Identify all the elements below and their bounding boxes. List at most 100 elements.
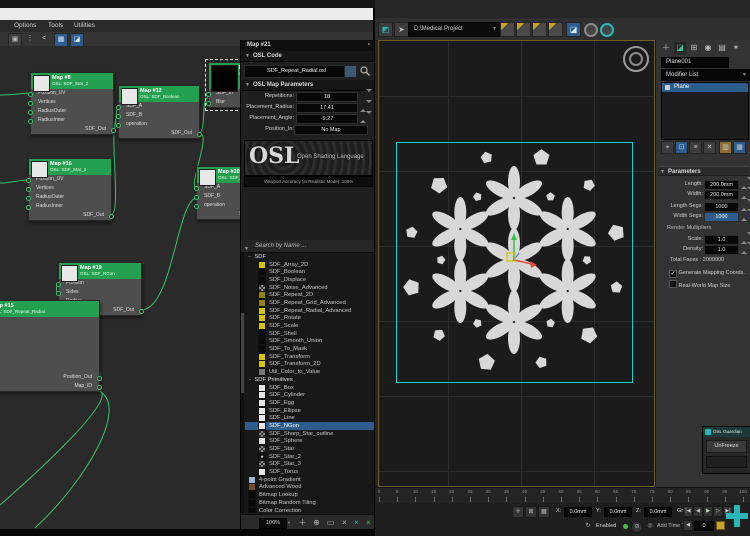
osl-file-browse-button[interactable] (344, 65, 357, 78)
show-end-result-button[interactable]: ⊡ (675, 141, 688, 154)
current-frame-field[interactable]: 0 (694, 521, 714, 531)
orbit-gizmo-icon[interactable] (623, 46, 649, 72)
length-field[interactable]: 200.0mm (704, 180, 739, 190)
node-header[interactable]: Map #15OSL: SDF_Repeat_Radial (0, 301, 99, 317)
make-unique-button[interactable]: ≡ (689, 141, 702, 154)
node-output-slot[interactable]: Map_ID (0, 382, 102, 391)
zoom-region-icon[interactable]: ▭ (325, 517, 336, 528)
node-input-slot[interactable]: Vertices (28, 98, 113, 107)
next-frame-button[interactable]: ▷ (713, 506, 723, 517)
placement-radius-field[interactable]: 17.41 (296, 103, 358, 113)
timeline-tick[interactable] (542, 497, 544, 502)
node-input-slot[interactable]: RadiusInner (28, 116, 113, 125)
magnifier-icon[interactable] (359, 65, 371, 77)
node-input-slot[interactable]: Vertices (26, 184, 111, 193)
go-to-start-button[interactable]: |◀ (683, 506, 693, 517)
toolbar-icon-render-iterative[interactable] (584, 23, 598, 37)
browser-scrollbar[interactable] (241, 253, 244, 513)
toolbar-icon-render-preset[interactable] (548, 22, 563, 37)
browser-item[interactable]: 4-point Gradient (245, 475, 374, 484)
position-in-button[interactable]: No Map (294, 125, 368, 135)
generate-mapping-coords-row[interactable]: ✓ Generate Mapping Coords. (669, 270, 745, 278)
previous-frame-button[interactable]: ◀ (693, 506, 703, 517)
browser-item[interactable]: SDF_Box (245, 383, 374, 392)
checkbox-unchecked-icon[interactable] (669, 280, 677, 288)
create-tab-icon[interactable]: ＋ (660, 42, 672, 54)
play-button[interactable]: ▶ (703, 506, 713, 517)
timeline-tick[interactable] (379, 497, 380, 502)
browser-item[interactable]: SDF_Boolean (245, 268, 374, 277)
browser-item[interactable]: SDF_Noise_Advanced (245, 283, 374, 292)
browser-item[interactable]: SDF_Repeat_2D (245, 291, 374, 300)
toolbar-icon-select[interactable]: ➤ (394, 22, 409, 37)
repetitions-field[interactable]: 18 (296, 92, 358, 102)
node-input-slot[interactable]: Sides (56, 288, 141, 297)
browser-item[interactable]: SDF_Transform (245, 352, 374, 361)
timeline-tick[interactable] (633, 497, 635, 502)
toolbar-icon-slate-editor-active[interactable]: ◪ (566, 22, 581, 37)
node-output-slot[interactable]: Position_Out (0, 373, 102, 382)
browser-item[interactable]: SDF_Array_2D (245, 260, 374, 269)
browser-item[interactable]: SDF_Displace (245, 275, 374, 284)
timeline-tick[interactable] (652, 497, 653, 502)
zoom-extents-all-icon[interactable]: × (363, 517, 374, 528)
object-name-field[interactable]: Plane001 (661, 57, 729, 68)
unfreeze-button[interactable]: UnFreeze (706, 440, 747, 453)
browser-item[interactable]: SDF_Repeat_Grid_Advanced (245, 298, 374, 307)
timeline-tick[interactable] (724, 497, 726, 502)
node-output-slot[interactable]: SDF_Out (197, 210, 241, 219)
graph-zoom-field[interactable]: 100% (259, 518, 287, 529)
browser-item[interactable]: SDF_Repeat_Radial_Advanced (245, 306, 374, 315)
modifier-stack[interactable]: Plane (661, 82, 749, 140)
node-input-slot[interactable]: SDF_B (194, 192, 241, 201)
osl-guardian-titlebar[interactable]: OSL Guardian (703, 427, 750, 437)
connector-style-icon[interactable]: < (38, 33, 50, 45)
timeline-tick[interactable] (451, 497, 453, 502)
more-options-icon[interactable]: ⋮ (24, 33, 36, 45)
zoom-extents-icon[interactable]: × (339, 517, 350, 528)
browser-item[interactable]: Bitmap Random Tiling (245, 498, 374, 507)
node-output-slot[interactable]: SDF_Out (119, 129, 202, 138)
node-input-slot[interactable]: SDF_B (116, 111, 199, 120)
timeline-tick[interactable] (670, 497, 672, 502)
search-input[interactable]: ▼ Search by Name ... (241, 240, 374, 253)
browser-item[interactable]: SDF_Shell (245, 329, 374, 338)
sync-icon[interactable]: ↻ (583, 521, 593, 531)
width-field[interactable]: 200.0mm (704, 190, 739, 200)
browser-item[interactable]: SDF_Scale (245, 322, 374, 331)
lock-stack-button[interactable]: ▥ (719, 141, 732, 154)
browser-item[interactable]: SDF_Rotate (245, 314, 374, 323)
time-tag-icon[interactable]: ◎ (645, 521, 655, 531)
browser-item[interactable]: Util_Color_to_Value (245, 368, 374, 377)
grid-icon[interactable]: ▦ (538, 506, 550, 518)
material-preview-icon[interactable]: ▣ (8, 33, 22, 47)
show-preview-icon[interactable]: ◪ (70, 33, 84, 47)
density-field[interactable]: 1.0 (704, 245, 739, 255)
width-segs-field[interactable]: 1000 (704, 212, 739, 222)
browser-group-header[interactable]: − SDF (245, 253, 374, 261)
configure-modifier-sets-button[interactable]: ▦ (733, 141, 746, 154)
browser-item[interactable]: SDF_Smooth_Union (245, 337, 374, 346)
timeline-tick[interactable] (470, 497, 471, 502)
browser-item[interactable]: ★ SDF_Star_2 (245, 452, 374, 461)
timeline-tick[interactable] (524, 497, 526, 502)
pan-navigation-icon[interactable] (726, 505, 748, 527)
placement-angle-field[interactable]: -9.27 (296, 114, 358, 124)
hierarchy-tab-icon[interactable]: ⊞ (688, 42, 700, 54)
browser-item[interactable]: SDF_Sharp_Star_outline (245, 429, 374, 438)
browser-item[interactable]: SDF_Egg (245, 398, 374, 407)
display-tab-icon[interactable]: ▤ (716, 42, 728, 54)
menu-options[interactable]: Options (14, 20, 36, 32)
node-input-slot[interactable]: Blur (206, 98, 241, 107)
menu-utilities[interactable]: Utilities (74, 20, 95, 32)
node-input-slot[interactable]: RadiusOuter (28, 107, 113, 116)
browser-item[interactable]: SDF_Sphere (245, 437, 374, 446)
timeline-tick[interactable] (433, 497, 435, 502)
toolbar-icon-material-editor[interactable] (500, 22, 515, 37)
node-graph-canvas[interactable]: Map #8 OSL: SDF_Star_2 Position_UV Vertices… (0, 46, 241, 529)
key-mode-button[interactable]: ◀ (683, 520, 693, 531)
selection-lock-icon[interactable]: ⊠ (525, 506, 537, 518)
osl-code-rollout-header[interactable]: ▼ OSL Code (241, 51, 374, 62)
node-input-slot[interactable]: RadiusInner (26, 202, 111, 211)
node-input-slot[interactable]: operation (116, 120, 199, 129)
